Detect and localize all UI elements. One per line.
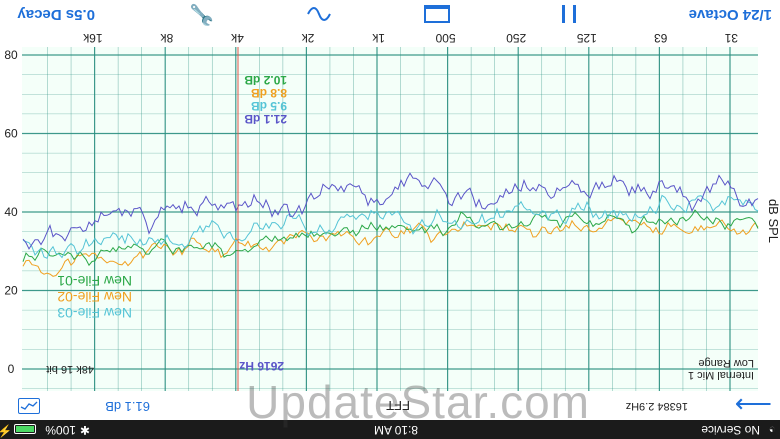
freq-tick-2k: 2k xyxy=(301,31,315,45)
wrench-icon: 🔧 xyxy=(189,3,214,25)
y-tick-60: 60 xyxy=(4,127,18,141)
toolbar: 1/24 Octave 🔧 0.5s Decay xyxy=(0,0,780,29)
format-label: 48k 16 bit xyxy=(46,363,94,375)
freq-tick-250: 250 xyxy=(506,31,527,45)
rta-screen: ◔ No Service 8:10 AM ✱ 100% ⚡ 806040200 … xyxy=(0,0,780,439)
mic-line-2: Low Range xyxy=(698,357,754,369)
watermark: UpdateStar.com xyxy=(246,376,590,428)
window-icon xyxy=(424,4,450,23)
mic-label: Internal Mic 1 Low Range xyxy=(688,357,754,381)
y-axis-label: dB SPL xyxy=(766,199,780,243)
level-readout: 61.1 dB xyxy=(105,399,150,414)
y-tick-80: 80 xyxy=(4,48,18,62)
legend-file-01[interactable]: New File-01 xyxy=(57,273,132,289)
freq-tick-4k: 4k xyxy=(231,31,244,45)
y-tick-20: 20 xyxy=(4,284,18,298)
sine-wave-icon xyxy=(307,7,331,21)
cursor-frequency: 2616 Hz xyxy=(239,359,284,373)
settings-button[interactable]: 🔧 xyxy=(189,1,214,27)
y-tick-0: 0 xyxy=(8,362,15,376)
readout-file-03: 9.5 dB xyxy=(250,99,287,113)
trace-file-02 xyxy=(22,216,759,277)
graph-icon[interactable] xyxy=(18,398,40,414)
frequency-axis: 31 63 125 250 500 1k 2k 4k 8k 16k xyxy=(0,29,780,47)
freq-tick-63: 63 xyxy=(654,31,668,45)
legend-file-03[interactable]: New File-03 xyxy=(57,305,132,321)
freq-tick-31: 31 xyxy=(724,31,738,45)
freq-tick-1k: 1k xyxy=(372,31,385,45)
freq-tick-125: 125 xyxy=(576,31,597,45)
cursor-readouts: 21.1 dB 9.5 dB 8.8 dB 10.2 dB xyxy=(244,73,287,126)
legend: New File-03 New File-02 New File-01 xyxy=(57,273,132,321)
fft-settings[interactable]: 16384 2.9Hz xyxy=(626,400,688,412)
pause-icon xyxy=(562,4,576,23)
arrow-right-icon[interactable]: ⟶ xyxy=(735,389,772,420)
freq-tick-8k: 8k xyxy=(160,31,174,45)
generator-button[interactable] xyxy=(306,1,332,27)
freq-tick-500: 500 xyxy=(435,31,456,45)
readout-file-01: 10.2 dB xyxy=(244,73,287,87)
readout-live: 21.1 dB xyxy=(244,112,287,126)
decay-button[interactable]: 0.5s Decay xyxy=(17,1,95,27)
y-tick-40: 40 xyxy=(4,205,18,219)
octave-button[interactable]: 1/24 Octave xyxy=(689,1,772,27)
window-button[interactable] xyxy=(424,1,450,27)
freq-tick-16k: 16k xyxy=(83,31,103,45)
trace-file-01 xyxy=(22,209,759,267)
readout-file-02: 8.8 dB xyxy=(250,86,287,100)
spectrum-plot: 80 60 40 20 0 dB SPL xyxy=(4,47,780,391)
pause-button[interactable] xyxy=(562,1,576,27)
mic-line-1: Internal Mic 1 xyxy=(687,369,754,381)
legend-file-02[interactable]: New File-02 xyxy=(57,289,132,305)
